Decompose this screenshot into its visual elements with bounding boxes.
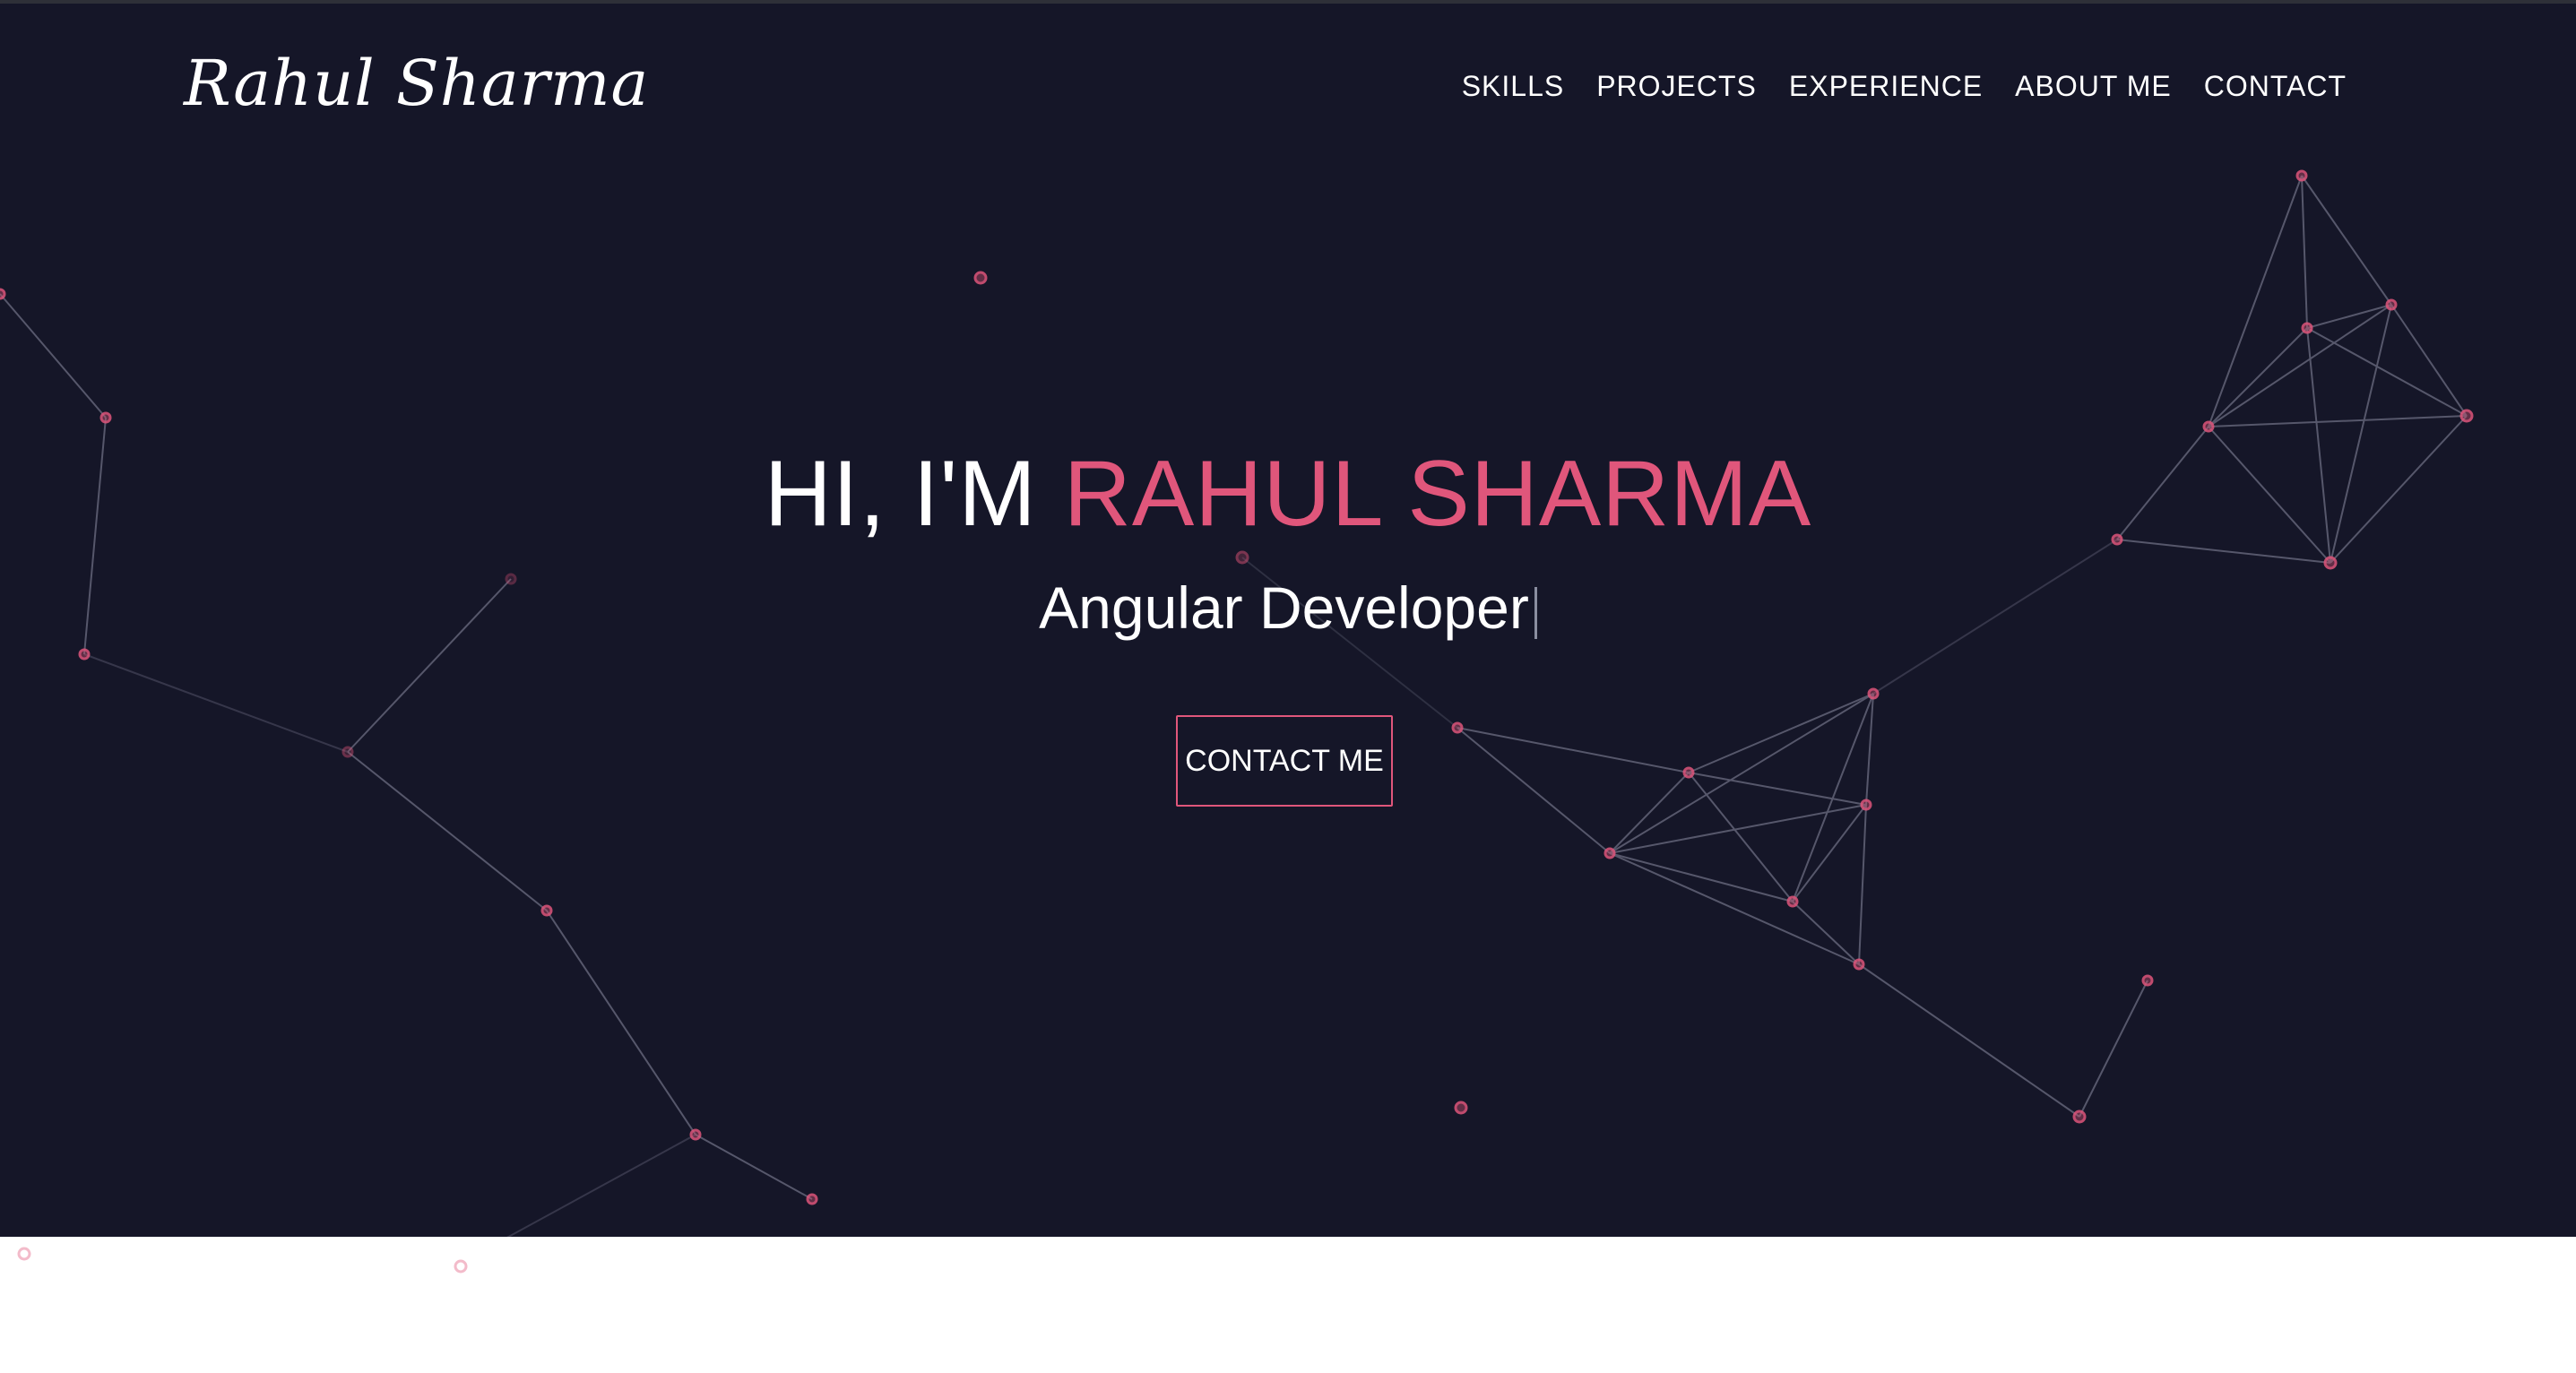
hero-greeting: HI, I'M: [764, 442, 1037, 546]
typing-caret: [1534, 586, 1537, 639]
main-nav: SKILLS PROJECTS EXPERIENCE ABOUT ME CONT…: [1462, 70, 2347, 103]
brand-logo[interactable]: Rahul Sharma: [184, 47, 649, 120]
nav-item-experience[interactable]: EXPERIENCE: [1789, 70, 1983, 103]
hero-name: RAHUL SHARMA: [1063, 442, 1812, 546]
contact-me-button[interactable]: CONTACT ME: [1176, 715, 1393, 807]
nav-item-contact[interactable]: CONTACT: [2204, 70, 2347, 103]
nav-item-projects[interactable]: PROJECTS: [1596, 70, 1757, 103]
hero-role: Angular Developer: [1039, 574, 1529, 641]
hero-section: Rahul Sharma SKILLS PROJECTS EXPERIENCE …: [0, 4, 2576, 1237]
hero-title: HI, I'M RAHUL SHARMA: [0, 441, 2576, 548]
nav-item-skills[interactable]: SKILLS: [1462, 70, 1565, 103]
hero-subtitle: Angular Developer: [0, 574, 2576, 642]
nav-item-about-me[interactable]: ABOUT ME: [2015, 70, 2172, 103]
below-fold-particles: [17, 1247, 468, 1274]
